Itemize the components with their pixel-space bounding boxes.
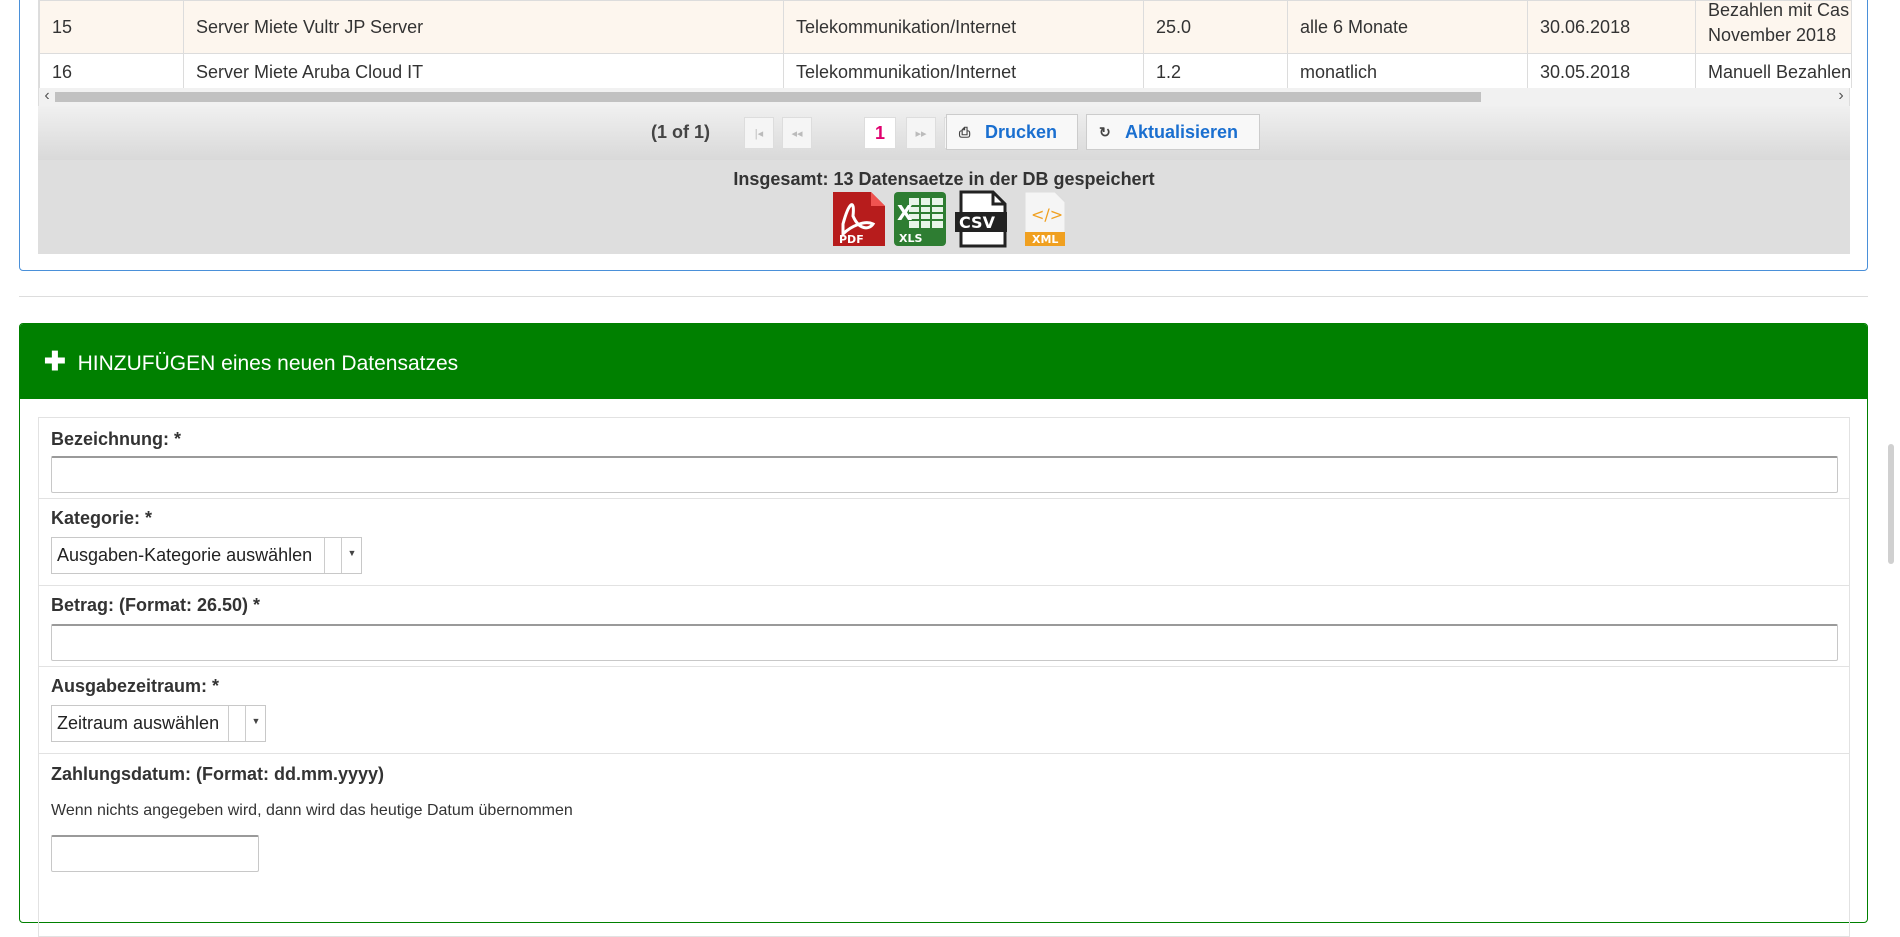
datum-hint: Wenn nichts angegeben wird, dann wird da… bbox=[51, 802, 573, 819]
select-divider bbox=[228, 706, 229, 741]
page-1-button[interactable]: 1 bbox=[864, 117, 896, 149]
cell-datum: 30.06.2018 bbox=[1527, 0, 1696, 54]
pdf-export-label: PDF bbox=[839, 233, 864, 246]
paginator: (1 of 1) |◂ ◂◂ 1 ▸▸ ▸| ⎙ Drucken ↻ Aktua… bbox=[38, 106, 1850, 160]
zeitraum-row: Ausgabezeitraum: * Zeitraum auswählen ▼ bbox=[39, 667, 1849, 754]
datum-label: Zahlungsdatum: (Format: dd.mm.yyyy) bbox=[51, 764, 385, 784]
svg-text:X: X bbox=[897, 201, 913, 225]
datum-row: Zahlungsdatum: (Format: dd.mm.yyyy) Wenn… bbox=[39, 754, 1849, 884]
page-scrollbar-thumb[interactable] bbox=[1888, 444, 1894, 564]
horizontal-scrollbar[interactable]: ‹ › bbox=[38, 88, 1850, 106]
cell-kategorie: Telekommunikation/Internet bbox=[783, 0, 1144, 54]
cell-zahlung-line2: November 2018 bbox=[1708, 25, 1837, 45]
datum-input[interactable] bbox=[51, 835, 259, 872]
total-records-text: Insgesamt: 13 Datensaetze in der DB gesp… bbox=[733, 169, 1155, 189]
first-page-button[interactable]: |◂ bbox=[744, 117, 774, 149]
table-footer: Insgesamt: 13 Datensaetze in der DB gesp… bbox=[38, 160, 1850, 254]
betrag-input[interactable] bbox=[51, 624, 1838, 661]
scroll-left-arrow-icon[interactable]: ‹ bbox=[39, 88, 55, 106]
kategorie-label: Kategorie: * bbox=[51, 508, 153, 528]
cell-betrag: 25.0 bbox=[1143, 0, 1288, 54]
scroll-thumb[interactable] bbox=[55, 92, 1481, 102]
zeitraum-select-value: Zeitraum auswählen bbox=[57, 713, 220, 733]
cell-datum: 30.05.2018 bbox=[1527, 53, 1696, 88]
pdf-export-icon[interactable]: PDF bbox=[829, 190, 887, 248]
cell-betrag: 1.2 bbox=[1143, 53, 1288, 88]
refresh-button-label: Aktualisieren bbox=[1125, 122, 1239, 142]
cell-nr: 15 bbox=[39, 0, 184, 54]
chevron-down-icon[interactable]: ▼ bbox=[342, 538, 362, 568]
add-record-form: Bezeichnung: * Kategorie: * Ausgaben-Kat… bbox=[38, 417, 1850, 937]
cell-zeitraum: alle 6 Monate bbox=[1287, 0, 1528, 54]
print-button[interactable]: ⎙ Drucken bbox=[946, 114, 1078, 150]
xls-export-icon[interactable]: X XLS bbox=[891, 190, 949, 248]
table-row[interactable]: 15 Server Miete Vultr JP Server Telekomm… bbox=[39, 0, 1851, 54]
refresh-icon: ↻ bbox=[1099, 124, 1111, 140]
zeitraum-label: Ausgabezeitraum: * bbox=[51, 676, 220, 696]
cell-kategorie: Telekommunikation/Internet bbox=[783, 53, 1144, 88]
cell-bezeichnung: Server Miete Aruba Cloud IT bbox=[183, 53, 784, 88]
betrag-row: Betrag: (Format: 26.50) * bbox=[39, 586, 1849, 667]
xml-export-label: XML bbox=[1032, 233, 1058, 246]
zeitraum-select[interactable]: Zeitraum auswählen ▼ bbox=[51, 705, 266, 742]
svg-text:</>: </> bbox=[1031, 205, 1063, 224]
scroll-right-arrow-icon[interactable]: › bbox=[1833, 88, 1849, 106]
add-record-panel: ✚ HINZUFÜGEN eines neuen Datensatzes Bez… bbox=[19, 323, 1868, 937]
next-page-button[interactable]: ▸▸ bbox=[906, 117, 936, 149]
cell-zeitraum: monatlich bbox=[1287, 53, 1528, 88]
print-button-label: Drucken bbox=[985, 122, 1058, 142]
page-count: (1 of 1) bbox=[651, 122, 711, 142]
cell-nr: 16 bbox=[39, 53, 184, 88]
select-divider bbox=[324, 538, 325, 573]
betrag-label: Betrag: (Format: 26.50) * bbox=[51, 595, 261, 615]
table-row[interactable]: 16 Server Miete Aruba Cloud IT Telekommu… bbox=[39, 53, 1851, 88]
kategorie-select-value: Ausgaben-Kategorie auswählen bbox=[57, 545, 313, 565]
chevron-down-icon[interactable]: ▼ bbox=[246, 706, 266, 736]
xml-export-icon[interactable]: </> XML bbox=[1015, 190, 1073, 248]
bezeichnung-input[interactable] bbox=[51, 456, 1838, 493]
cell-bezeichnung: Server Miete Vultr JP Server bbox=[183, 0, 784, 54]
plus-icon: ✚ bbox=[44, 346, 66, 376]
xls-export-label: XLS bbox=[899, 232, 922, 245]
refresh-button[interactable]: ↻ Aktualisieren bbox=[1086, 114, 1260, 150]
bezeichnung-label: Bezeichnung: * bbox=[51, 429, 182, 449]
prev-page-button[interactable]: ◂◂ bbox=[782, 117, 812, 149]
bezeichnung-row: Bezeichnung: * bbox=[39, 418, 1849, 499]
add-record-title: HINZUFÜGEN eines neuen Datensatzes bbox=[77, 352, 459, 375]
cell-zahlung: Bezahlen mit Cas November 2018 bbox=[1695, 0, 1851, 54]
csv-export-label: CSV bbox=[959, 213, 996, 232]
expenses-table: 15 Server Miete Vultr JP Server Telekomm… bbox=[38, 0, 1852, 88]
kategorie-select[interactable]: Ausgaben-Kategorie auswählen ▼ bbox=[51, 537, 362, 574]
csv-export-icon[interactable]: CSV bbox=[953, 190, 1011, 248]
add-record-header: ✚ HINZUFÜGEN eines neuen Datensatzes bbox=[20, 324, 1867, 399]
printer-icon: ⎙ bbox=[959, 124, 971, 140]
cell-zahlung: Manuell Bezahlen bbox=[1695, 53, 1851, 88]
kategorie-row: Kategorie: * Ausgaben-Kategorie auswähle… bbox=[39, 499, 1849, 586]
section-divider bbox=[19, 296, 1868, 297]
cell-zahlung-line1: Bezahlen mit Cas bbox=[1708, 0, 1850, 21]
